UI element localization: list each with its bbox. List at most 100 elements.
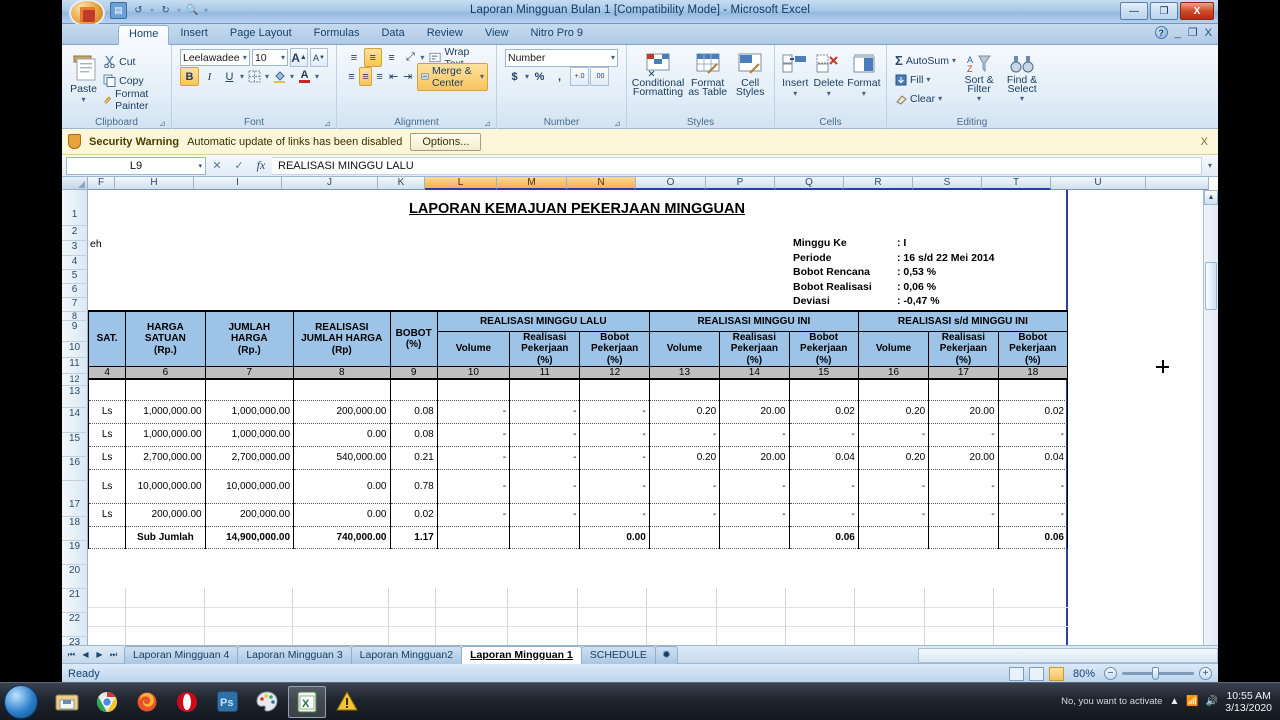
align-center-button[interactable]: ≡: [359, 67, 373, 86]
insert-function-icon[interactable]: fx: [250, 158, 272, 173]
cell[interactable]: 0.06: [788, 526, 859, 549]
align-right-button[interactable]: ≡: [373, 67, 386, 86]
tab-review[interactable]: Review: [416, 24, 474, 45]
sheet-tab-laporan-mingguan-2[interactable]: Laporan Mingguan2: [350, 645, 463, 664]
align-middle-button[interactable]: ≡: [363, 48, 382, 67]
cell[interactable]: 200,000.00: [293, 400, 391, 424]
cell[interactable]: [509, 379, 581, 401]
minimize-button[interactable]: —: [1120, 2, 1148, 20]
cell[interactable]: Ls: [87, 400, 127, 424]
cell[interactable]: 10,000,000.00: [125, 469, 206, 504]
cell[interactable]: [719, 526, 790, 549]
cell[interactable]: [509, 526, 581, 549]
cell[interactable]: -: [648, 423, 721, 447]
restore-workbook-icon[interactable]: ❐: [1188, 26, 1198, 39]
cell[interactable]: Ls: [87, 503, 127, 527]
cell[interactable]: -: [997, 469, 1069, 504]
format-painter-button[interactable]: Format Painter: [100, 88, 166, 112]
cell[interactable]: 2,700,000.00: [125, 446, 206, 470]
page-break-view-icon[interactable]: [1048, 666, 1064, 681]
excel-icon[interactable]: X: [288, 685, 326, 718]
cell[interactable]: 1.17: [389, 526, 438, 549]
cancel-formula-icon[interactable]: ✕: [206, 159, 228, 172]
row-header-15[interactable]: 15: [62, 433, 88, 457]
font-dialog-launcher[interactable]: ⊿: [324, 119, 333, 128]
column-header-Q[interactable]: Q: [775, 177, 844, 190]
row-header-21[interactable]: 21: [62, 589, 88, 613]
cell[interactable]: 0.00: [293, 503, 391, 527]
format-cells-button[interactable]: Format ▾: [847, 51, 881, 98]
insert-cells-button[interactable]: Insert ▾: [780, 51, 811, 98]
cell[interactable]: -: [579, 503, 650, 527]
cell[interactable]: -: [857, 503, 930, 527]
cell[interactable]: -: [509, 503, 581, 527]
cell[interactable]: 0.08: [389, 423, 438, 447]
cell[interactable]: -: [509, 400, 581, 424]
row-header-11[interactable]: 11: [62, 358, 88, 374]
cell[interactable]: Ls: [87, 423, 127, 447]
cell[interactable]: -: [928, 423, 999, 447]
cell[interactable]: [87, 526, 127, 549]
table-row[interactable]: Ls 1,000,000.00 1,000,000.00 0.00 0.08 -…: [87, 423, 1069, 447]
cell[interactable]: -: [788, 469, 859, 504]
tab-view[interactable]: View: [474, 24, 520, 45]
increase-decimal-button[interactable]: +.0: [570, 67, 590, 86]
restore-button[interactable]: ❐: [1150, 2, 1178, 20]
underline-dropdown-icon[interactable]: ▾: [240, 72, 244, 81]
row-header-16[interactable]: 16: [62, 457, 88, 481]
column-header-U[interactable]: U: [1051, 177, 1146, 190]
cell[interactable]: 0.00: [293, 469, 391, 504]
cell[interactable]: 0.00: [579, 526, 650, 549]
name-box-dropdown-icon[interactable]: ▾: [198, 162, 202, 170]
page-layout-view-icon[interactable]: [1028, 666, 1044, 681]
column-header-K[interactable]: K: [378, 177, 425, 190]
warning-icon[interactable]: [328, 686, 366, 718]
cell[interactable]: -: [857, 423, 930, 447]
taskbar-clock[interactable]: 10:55 AM 3/13/2020: [1225, 690, 1272, 714]
cell[interactable]: -: [579, 423, 650, 447]
delete-cells-dropdown-icon[interactable]: ▾: [827, 89, 831, 98]
row-header-14[interactable]: 14: [62, 408, 88, 433]
cell[interactable]: [204, 379, 295, 401]
row-header-2[interactable]: 2: [62, 226, 88, 241]
start-button[interactable]: [4, 684, 38, 719]
cell[interactable]: [857, 379, 930, 401]
tray-network-icon[interactable]: 📶: [1186, 696, 1198, 707]
prev-sheet-icon[interactable]: ◀: [79, 650, 92, 660]
increase-indent-button[interactable]: ⇥: [401, 67, 414, 86]
row-header-10[interactable]: 10: [62, 342, 88, 358]
cell[interactable]: 2,700,000.00: [204, 446, 295, 470]
align-left-button[interactable]: ≡: [345, 67, 358, 86]
cell[interactable]: 1,000,000.00: [204, 400, 295, 424]
normal-view-icon[interactable]: [1008, 666, 1024, 681]
cell[interactable]: -: [648, 469, 721, 504]
column-header-O[interactable]: O: [636, 177, 706, 190]
cell[interactable]: Ls: [87, 469, 127, 504]
first-sheet-icon[interactable]: ⏮: [65, 650, 78, 660]
column-header-I[interactable]: I: [194, 177, 282, 190]
column-U-cells[interactable]: [1068, 190, 1210, 645]
scroll-up-arrow-icon[interactable]: ▲: [1204, 190, 1218, 205]
sheet-tab-laporan-mingguan-4[interactable]: Laporan Mingguan 4: [124, 645, 239, 664]
cell[interactable]: 0.78: [389, 469, 438, 504]
cell[interactable]: 14,900,000.00: [204, 526, 295, 549]
italic-button[interactable]: I: [200, 67, 219, 86]
cell[interactable]: [928, 526, 999, 549]
table-row[interactable]: Ls 1,000,000.00 1,000,000.00 200,000.00 …: [87, 400, 1069, 424]
number-format-dropdown-icon[interactable]: ▾: [611, 53, 615, 62]
cell[interactable]: 200,000.00: [125, 503, 206, 527]
column-header-J[interactable]: J: [282, 177, 378, 190]
cell[interactable]: -: [857, 469, 930, 504]
borders-dropdown-icon[interactable]: ▾: [265, 72, 269, 81]
align-top-button[interactable]: ≡: [345, 48, 363, 67]
cell[interactable]: 0.02: [788, 400, 859, 424]
minimize-ribbon-icon[interactable]: _: [1175, 27, 1181, 39]
column-header-P[interactable]: P: [706, 177, 775, 190]
clipboard-dialog-launcher[interactable]: ⊿: [159, 119, 168, 128]
close-button[interactable]: X: [1180, 2, 1214, 20]
cell[interactable]: 0.20: [648, 446, 721, 470]
tab-insert[interactable]: Insert: [169, 24, 219, 45]
row-header-20[interactable]: 20: [62, 565, 88, 589]
expand-formula-bar-icon[interactable]: ▾: [1202, 161, 1218, 170]
horizontal-scrollbar[interactable]: [918, 648, 1218, 663]
